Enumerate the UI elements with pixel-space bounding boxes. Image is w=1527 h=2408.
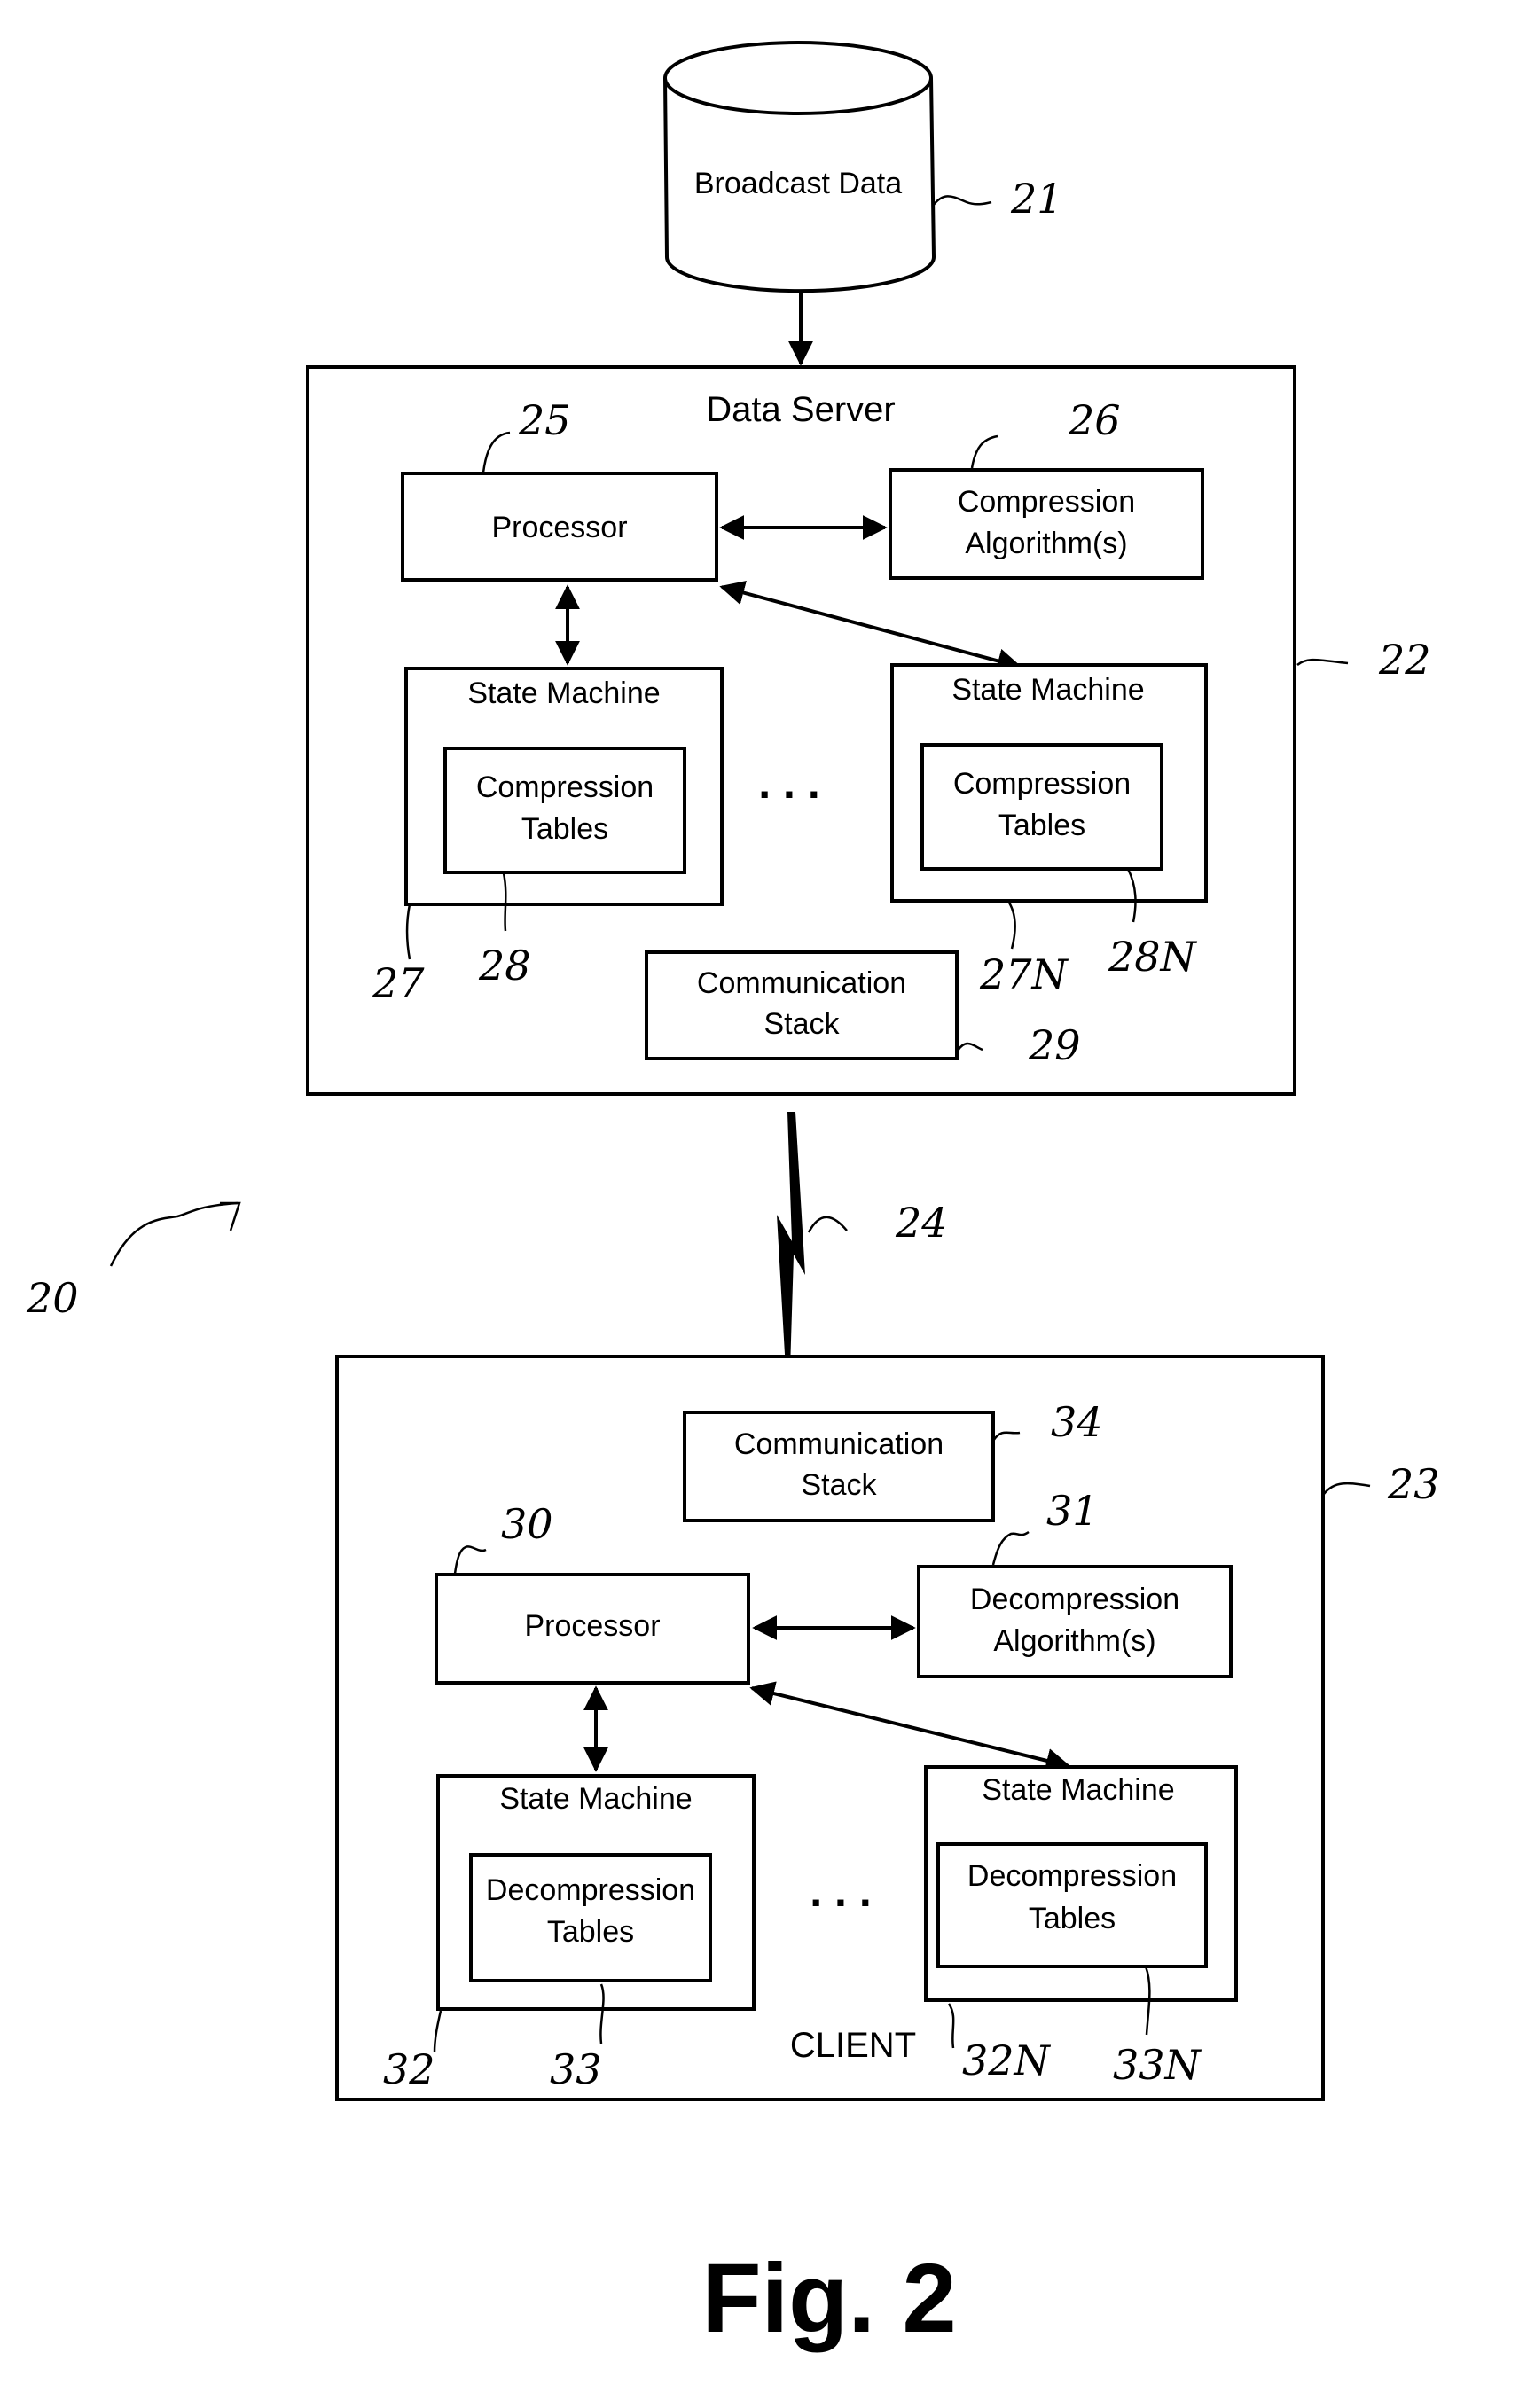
server-state-machine-n: State Machine Compression Tables <box>890 663 1208 903</box>
client-title: CLIENT <box>790 2026 916 2065</box>
ref-29: 29 <box>1028 1021 1081 1069</box>
broadcast-data-database: Broadcast Data <box>663 41 936 293</box>
client-ellipsis: . . . <box>810 1866 871 1916</box>
ref-33n: 33N <box>1113 2041 1202 2089</box>
compression-algorithm-line2: Algorithm(s) <box>965 527 1127 560</box>
leader-line-23 <box>1323 1482 1371 1495</box>
decompression-algorithm-line1: Decompression <box>970 1583 1179 1616</box>
client-comm-stack-line2: Stack <box>801 1468 877 1502</box>
ref-32: 32 <box>383 2045 435 2093</box>
client-comm-stack-line1: Communication <box>734 1427 944 1461</box>
ref-24: 24 <box>895 1199 948 1247</box>
leader-line-22 <box>1296 658 1349 667</box>
client-state-machine-n: State Machine Decompression Tables <box>924 1765 1238 2002</box>
compression-tables-line2: Tables <box>521 812 608 846</box>
decompression-tables-line2: Tables <box>1029 1902 1116 1935</box>
decompression-algorithm-line2: Algorithm(s) <box>993 1624 1155 1658</box>
ref-23: 23 <box>1387 1460 1440 1508</box>
state-machine-title: State Machine <box>467 676 660 710</box>
client-processor-label: Processor <box>524 1609 660 1643</box>
patent-diagram: Broadcast Data 21 Data Server 22 Process… <box>26 41 1440 2353</box>
ref-20: 20 <box>26 1274 79 1322</box>
state-machine-title: State Machine <box>982 1773 1174 1807</box>
ref-27n: 27N <box>979 950 1069 998</box>
ref-28: 28 <box>478 942 531 989</box>
ref-30: 30 <box>501 1500 553 1548</box>
server-processor-label: Processor <box>491 511 627 544</box>
compression-tables-line1: Compression <box>953 767 1131 801</box>
ref-21: 21 <box>1010 175 1063 223</box>
leader-line-21 <box>932 195 992 207</box>
ref-31: 31 <box>1046 1487 1099 1535</box>
ref-32n: 32N <box>962 2037 1052 2084</box>
figure-caption: Fig. 2 <box>701 2244 956 2353</box>
compression-tables-line1: Compression <box>476 770 654 804</box>
data-server-title: Data Server <box>706 390 895 429</box>
state-machine-title: State Machine <box>951 673 1144 707</box>
leader-arrow-20 <box>109 1201 239 1267</box>
ref-33: 33 <box>550 2045 602 2093</box>
server-comm-stack-line2: Stack <box>764 1007 840 1041</box>
wireless-link-icon <box>777 1112 805 1370</box>
decompression-tables-line1: Decompression <box>967 1859 1177 1893</box>
compression-algorithm-line1: Compression <box>958 485 1135 519</box>
ref-27: 27 <box>372 959 425 1007</box>
compression-tables-line2: Tables <box>998 809 1085 842</box>
server-state-machine-1: State Machine Compression Tables <box>404 667 724 906</box>
state-machine-title: State Machine <box>499 1782 692 1816</box>
compression-tables-box <box>443 747 686 874</box>
broadcast-data-label: Broadcast Data <box>694 167 902 200</box>
server-ellipsis: . . . <box>758 758 819 808</box>
ref-34: 34 <box>1051 1398 1103 1446</box>
decompression-tables-line1: Decompression <box>486 1873 695 1907</box>
leader-arrowhead-20 <box>220 1201 241 1231</box>
leader-line-24 <box>807 1216 848 1233</box>
ref-25: 25 <box>518 396 571 444</box>
ref-26: 26 <box>1068 396 1121 444</box>
ref-28n: 28N <box>1108 933 1198 981</box>
decompression-tables-line2: Tables <box>547 1915 634 1949</box>
client-state-machine-1: State Machine Decompression Tables <box>436 1774 756 2011</box>
server-comm-stack-line1: Communication <box>697 966 906 1000</box>
compression-tables-box <box>920 743 1163 871</box>
ref-22: 22 <box>1378 636 1431 684</box>
